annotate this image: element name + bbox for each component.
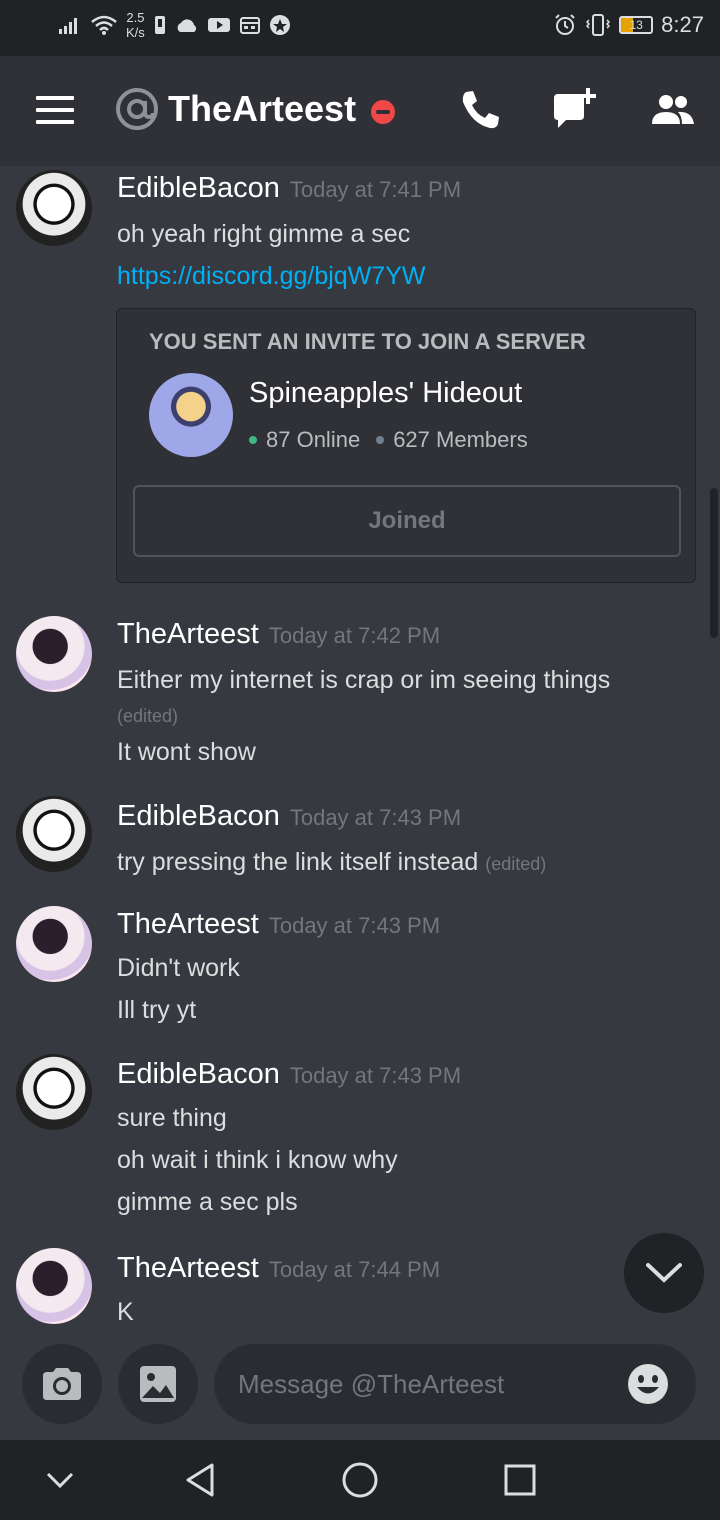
scrollbar[interactable] — [710, 488, 718, 638]
avatar[interactable] — [16, 1248, 92, 1324]
avatar[interactable] — [16, 796, 92, 872]
back-triangle-icon — [186, 1463, 214, 1497]
invite-heading: YOU SENT AN INVITE TO JOIN A SERVER — [149, 329, 586, 354]
message-text-content: try pressing the link itself instead — [117, 848, 479, 876]
signal-icon — [59, 18, 77, 34]
speed-value: 2.5 — [126, 10, 145, 25]
author-name[interactable]: TheArteest — [117, 908, 259, 940]
speed-unit: K/s — [126, 25, 145, 40]
recents-square-icon — [504, 1464, 536, 1496]
phone-icon[interactable] — [456, 86, 504, 134]
online-count: 87 Online — [266, 427, 361, 452]
avatar[interactable] — [16, 170, 92, 246]
chevron-down-icon — [646, 1263, 682, 1283]
nav-back-button[interactable] — [178, 1458, 222, 1502]
message-text: Ill try yt — [117, 996, 197, 1024]
jump-to-bottom-button[interactable] — [624, 1233, 704, 1313]
members-icon[interactable] — [648, 86, 696, 134]
chevron-down-icon — [46, 1472, 74, 1489]
cloud-icon — [177, 19, 196, 32]
status-bar: 2.5 K/s 13 8:27 — [0, 0, 720, 56]
camera-button[interactable] — [22, 1344, 102, 1424]
message-text: oh yeah right gimme a sec — [117, 220, 411, 248]
avatar[interactable] — [16, 616, 92, 692]
message-text: try pressing the link itself instead (ed… — [117, 848, 546, 877]
emoji-icon[interactable] — [626, 1362, 670, 1406]
author-name[interactable]: EdibleBacon — [117, 1058, 280, 1090]
message-text: It wont show — [117, 738, 256, 766]
message-timestamp: Today at 7:42 PM — [268, 623, 441, 648]
status-left: 2.5 K/s — [58, 10, 291, 40]
message-text: K — [117, 1298, 134, 1326]
at-icon — [116, 88, 158, 130]
home-circle-icon — [342, 1462, 378, 1498]
gallery-button[interactable] — [118, 1344, 198, 1424]
message-timestamp: Today at 7:44 PM — [268, 1257, 441, 1282]
nav-recents-button[interactable] — [498, 1458, 542, 1502]
message-list[interactable]: EdibleBacon Today at 7:41 PM oh yeah righ… — [0, 166, 720, 1336]
channel-header: TheArteest — [0, 56, 720, 166]
author-name[interactable]: EdibleBacon — [117, 800, 280, 832]
server-stats: 87 Online 627 Members — [249, 427, 528, 453]
message-input[interactable] — [214, 1344, 696, 1424]
dnd-status-icon — [371, 100, 395, 124]
message-timestamp: Today at 7:43 PM — [268, 913, 441, 938]
message-text: Either my internet is crap or im seeing … — [117, 666, 611, 694]
message-author[interactable]: EdibleBacon Today at 7:43 PM — [117, 800, 461, 833]
message-text: oh wait i think i know why — [117, 1146, 398, 1174]
message-text: sure thing — [117, 1104, 227, 1132]
status-time: 8:27 — [661, 12, 704, 37]
member-count: 627 Members — [393, 427, 528, 452]
wifi-icon — [91, 15, 117, 35]
message-author[interactable]: TheArteest Today at 7:43 PM — [117, 908, 440, 941]
battery-icon: 13 — [619, 16, 654, 34]
vibrate-icon — [586, 14, 611, 36]
edited-label: (edited) — [117, 706, 179, 726]
joined-button[interactable]: Joined — [133, 485, 681, 557]
new-dm-icon[interactable] — [550, 86, 598, 134]
nav-home-button[interactable] — [338, 1458, 382, 1502]
server-icon — [149, 373, 233, 457]
calendar-icon — [239, 17, 260, 34]
message-timestamp: Today at 7:43 PM — [289, 1063, 462, 1088]
status-right: 13 8:27 — [553, 12, 704, 38]
notification-icon — [154, 16, 165, 34]
message-author[interactable]: TheArteest Today at 7:44 PM — [117, 1252, 440, 1285]
author-name[interactable]: TheArteest — [117, 618, 259, 650]
camera-icon — [43, 1368, 81, 1400]
message-author[interactable]: TheArteest Today at 7:42 PM — [117, 618, 440, 651]
edited-label: (edited) — [485, 854, 547, 874]
system-nav-bar — [0, 1440, 720, 1520]
message-author[interactable]: EdibleBacon Today at 7:43 PM — [117, 1058, 461, 1091]
invite-card: YOU SENT AN INVITE TO JOIN A SERVER Spin… — [116, 308, 696, 583]
avatar[interactable] — [16, 906, 92, 982]
message-author[interactable]: EdibleBacon Today at 7:41 PM — [117, 172, 461, 205]
header-title: TheArteest — [168, 88, 357, 129]
network-speed: 2.5 K/s — [126, 10, 145, 40]
alarm-icon — [555, 14, 575, 35]
author-name[interactable]: EdibleBacon — [117, 172, 280, 204]
online-dot-icon — [249, 436, 257, 444]
members-dot-icon — [376, 436, 385, 444]
youtube-icon — [207, 18, 230, 32]
message-composer — [0, 1336, 720, 1440]
menu-icon[interactable] — [36, 94, 76, 126]
message-timestamp: Today at 7:43 PM — [289, 805, 462, 830]
nav-hide-button[interactable] — [38, 1458, 82, 1502]
message-text: gimme a sec pls — [117, 1188, 298, 1216]
server-name: Spineapples' Hideout — [249, 377, 523, 409]
message-text: Didn't work — [117, 954, 240, 982]
app-icon — [269, 15, 290, 35]
author-name[interactable]: TheArteest — [117, 1252, 259, 1284]
avatar[interactable] — [16, 1054, 92, 1130]
image-icon — [140, 1366, 176, 1402]
battery-level: 13 — [629, 18, 643, 32]
message-timestamp: Today at 7:41 PM — [289, 177, 462, 202]
message-link[interactable]: https://discord.gg/bjqW7YW — [117, 262, 425, 291]
